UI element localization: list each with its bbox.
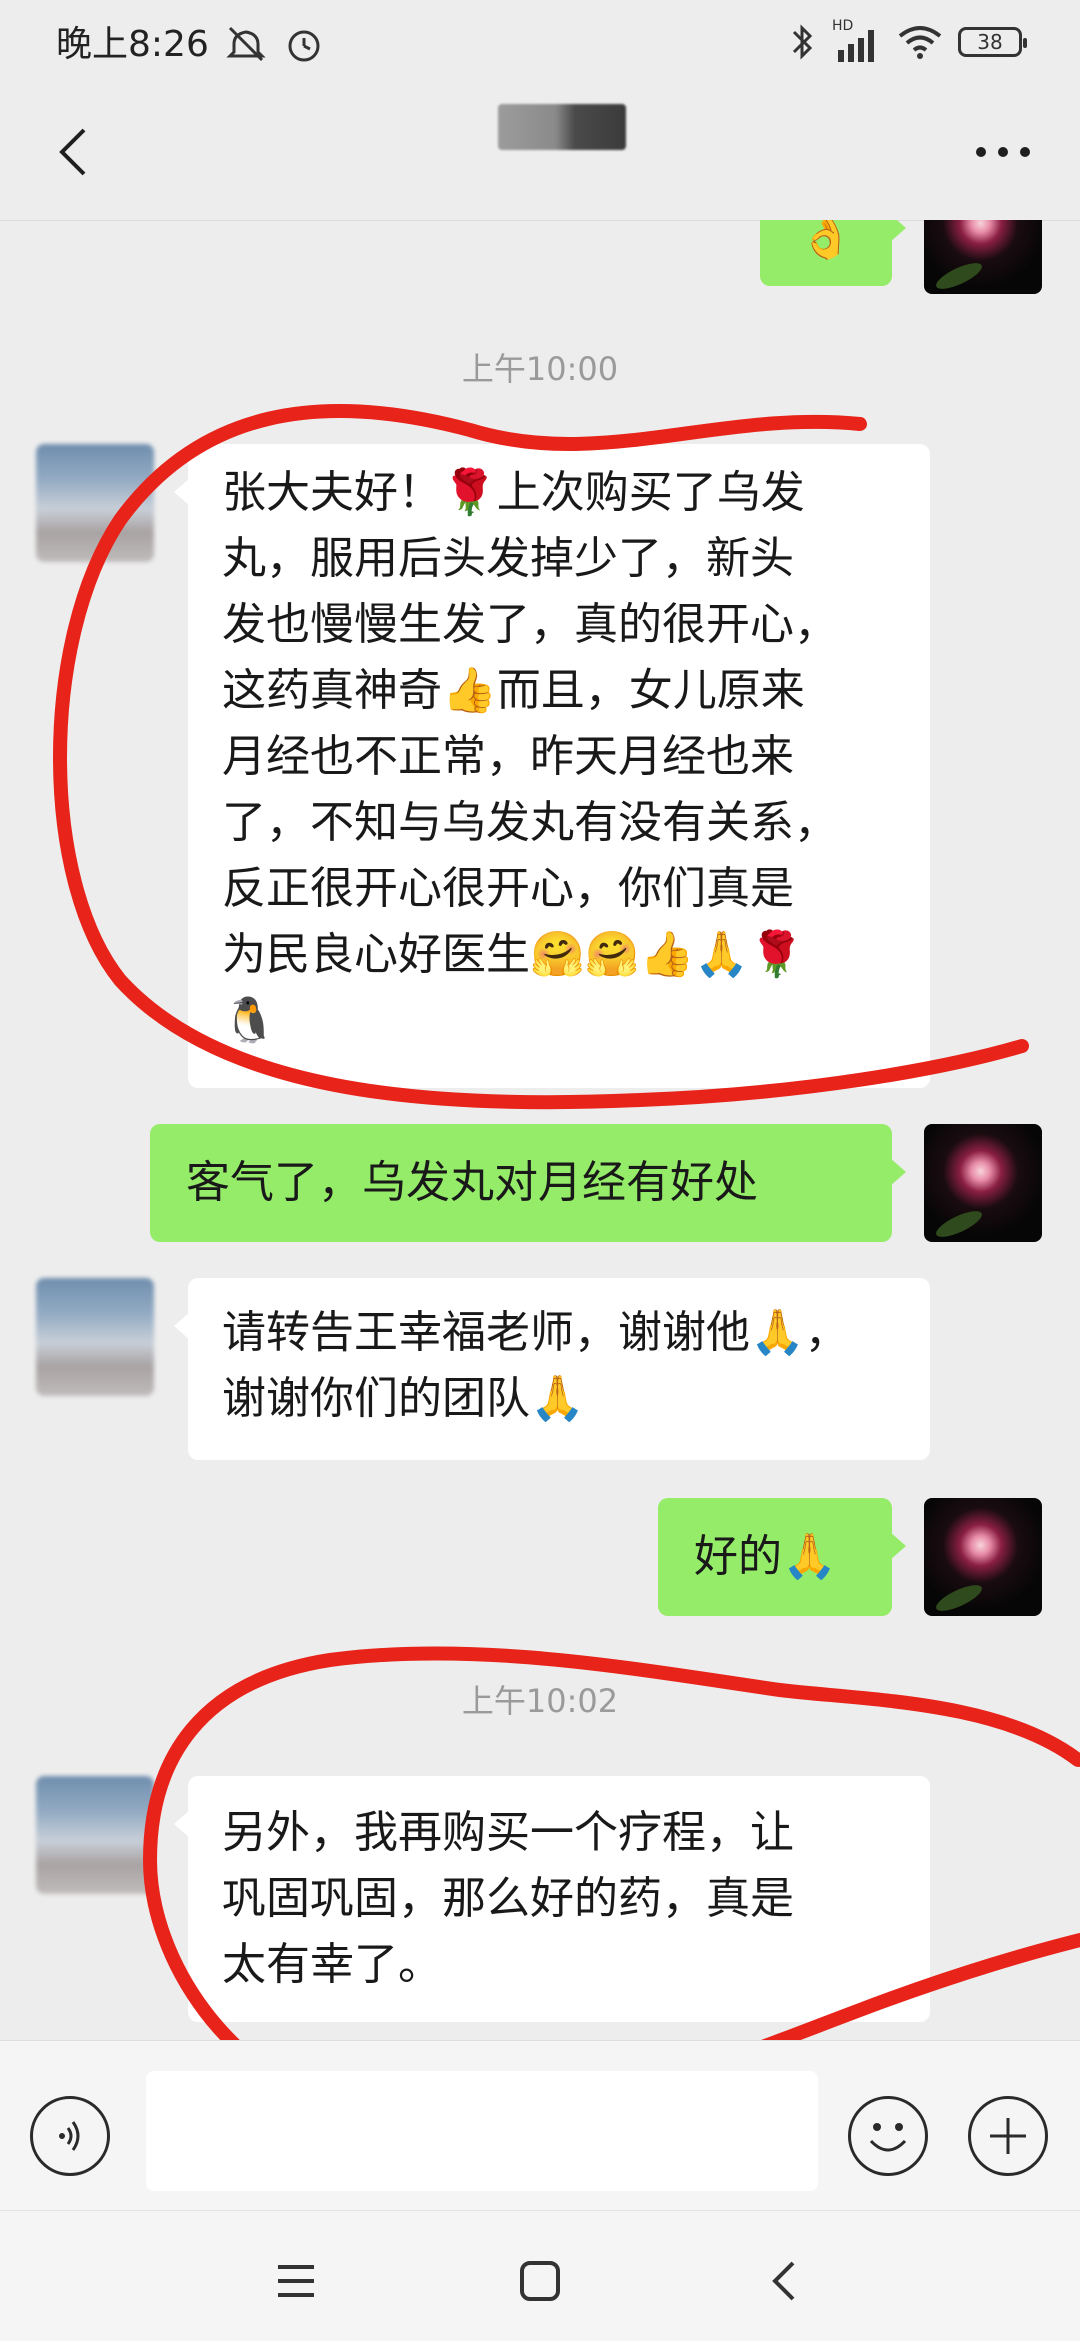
battery-indicator: 38 [958,27,1027,57]
smiley-icon [869,2123,907,2152]
chat-message-list[interactable]: 👌 上午10:00 张大夫好！🌹上次购买了乌发 丸，服用后头发掉少了，新头 发也… [0,220,1080,2040]
message-line: 另外，我再购买一个疗程，让 [222,1807,794,1858]
message-line: 🐧 [222,995,277,1046]
back-icon [772,2261,795,2301]
battery-level: 38 [977,30,1003,54]
home-icon [520,2261,560,2301]
message-line: 丸，服用后头发掉少了，新头 [222,533,794,584]
timestamp: 上午10:00 [461,350,619,388]
contact-avatar[interactable] [36,444,154,562]
more-functions-button[interactable] [968,2096,1048,2176]
message-bubble-incoming[interactable]: 另外，我再购买一个疗程，让 巩固巩固，那么好的药，真是 太有幸了。 [174,1776,930,2022]
message-line: 月经也不正常，昨天月经也来 [222,731,794,782]
emoji-button[interactable] [848,2096,928,2176]
nav-home-button[interactable] [500,2241,580,2321]
contact-name-blurred [498,104,626,150]
message-bubble-outgoing[interactable]: 客气了，乌发丸对月经有好处 [150,1124,906,1242]
my-avatar[interactable] [924,1124,1042,1242]
nav-back-button[interactable] [744,2241,824,2321]
voice-button[interactable] [30,2096,110,2176]
contact-avatar[interactable] [36,1278,154,1396]
network-type: HD [832,18,854,34]
message-input-bar [0,2040,1080,2211]
timestamp: 上午10:02 [461,1682,619,1720]
plus-icon [990,2118,1026,2154]
message-bubble-incoming[interactable]: 张大夫好！🌹上次购买了乌发 丸，服用后头发掉少了，新头 发也慢慢生发了，真的很开… [174,444,930,1088]
message-line: 发也慢慢生发了，真的很开心， [222,599,838,650]
message-input[interactable] [146,2071,818,2191]
wifi-icon [898,26,942,59]
message-line: 谢谢你们的团队🙏 [222,1373,585,1424]
mute-icon [226,26,266,62]
message-bubble-outgoing[interactable]: 好的🙏 [658,1498,906,1616]
message-line: 张大夫好！🌹上次购买了乌发 [222,467,805,518]
message-text: 客气了，乌发丸对月经有好处 [186,1157,758,1208]
message-line: 反正很开心很开心，你们真是 [222,863,794,914]
message-line: 这药真神奇👍而且，女儿原来 [222,665,805,716]
alarm-icon [288,30,320,62]
signal-icon: HD [832,18,882,62]
ok-hand-emoji: 👌 [798,220,854,262]
message-line: 了，不知与乌发丸有没有关系， [222,797,838,848]
contact-avatar[interactable] [36,1776,154,1894]
message-text: 好的🙏 [694,1531,837,1582]
message-line: 太有幸了。 [222,1939,442,1990]
menu-icon [278,2265,314,2297]
system-nav-bar [0,2210,1080,2341]
status-right-icons: HD 38 [790,18,1027,62]
status-left-icons [224,22,326,66]
more-options-button[interactable] [958,112,1048,192]
status-time: 晚上8:26 [56,24,209,65]
message-bubble-incoming[interactable]: 请转告王幸福老师，谢谢他🙏， 谢谢你们的团队🙏 [174,1278,930,1460]
my-avatar[interactable] [924,1498,1042,1616]
message-line: 为民良心好医生🤗🤗👍🙏🌹 [222,929,804,980]
voice-icon [59,2121,80,2151]
message-line: 巩固巩固，那么好的药，真是 [222,1873,794,1924]
message-bubble-partial[interactable]: 👌 [760,220,906,286]
nav-menu-button[interactable] [256,2241,336,2321]
back-button[interactable] [34,112,114,192]
my-avatar[interactable] [924,220,1042,294]
message-line: 请转告王幸福老师，谢谢他🙏， [222,1307,849,1358]
bluetooth-icon [792,24,813,60]
status-bar: 晚上8:26 HD 38 [0,0,1080,90]
chevron-left-icon [59,128,86,176]
more-dots-icon [976,147,1030,157]
